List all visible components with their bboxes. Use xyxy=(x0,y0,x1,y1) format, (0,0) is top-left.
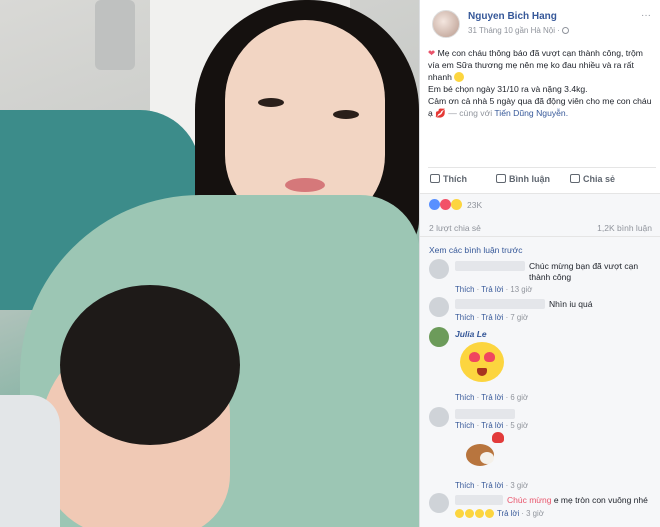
post-line-2: Em bé chọn ngày 31/10 ra và nặng 3.4kg. xyxy=(428,84,588,94)
redacted-name xyxy=(455,299,545,309)
comment-footer-row: Thích · Trả lời · 3 giờ xyxy=(429,481,657,493)
comment-text: Chúc mừng e mẹ tròn con vuông nhé xyxy=(507,495,648,506)
view-previous-comments[interactable]: Xem các bình luận trước xyxy=(429,245,522,255)
comment-like-link[interactable]: Thích xyxy=(455,313,475,322)
author-name[interactable]: Nguyen Bich Hang xyxy=(468,11,557,22)
comment-footer: Trả lời · 3 giờ xyxy=(455,509,544,518)
post-time[interactable]: 31 Tháng 10 gần Hà Nội · xyxy=(468,26,560,35)
eye-left xyxy=(258,98,284,107)
baby-hair xyxy=(60,285,240,445)
redacted-name xyxy=(455,409,515,419)
comment-count[interactable]: 1,2K bình luận xyxy=(597,223,652,233)
comment-time[interactable]: 7 giờ xyxy=(510,313,528,322)
post-meta: 31 Tháng 10 gần Hà Nội · xyxy=(468,26,569,35)
puppy-snout xyxy=(480,452,494,464)
with-text: — cùng với xyxy=(448,108,493,118)
comment-reply-link[interactable]: Trả lời xyxy=(481,421,503,430)
share-icon xyxy=(570,174,580,183)
comment-like-link[interactable]: Thích xyxy=(455,481,475,490)
commenter-name[interactable]: Julia Le xyxy=(455,329,487,339)
comment-body: e mẹ tròn con vuông nhé xyxy=(553,495,648,505)
post-text: ❤ Mẹ con cháu thông báo đã vượt cạn thàn… xyxy=(428,47,656,119)
emoji-icon xyxy=(465,509,474,518)
post-side-panel: Nguyen Bich Hang 31 Tháng 10 gần Hà Nội … xyxy=(419,0,660,527)
comment-reply-link[interactable]: Trả lời xyxy=(497,509,519,518)
puppy-heart-sticker-icon xyxy=(460,432,506,472)
comment-footer: Thích · Trả lời · 6 giờ xyxy=(455,393,529,402)
redacted-name xyxy=(455,261,525,271)
more-options-icon[interactable]: ··· xyxy=(641,10,651,21)
heart-eye-left xyxy=(469,352,480,362)
comment-like-link[interactable]: Thích xyxy=(455,393,475,402)
emoji-icon xyxy=(485,509,494,518)
heart-icon: ❤ xyxy=(428,48,436,58)
reactions-summary[interactable]: 23K xyxy=(420,193,660,215)
commenter-avatar[interactable] xyxy=(429,407,449,427)
comment-item: Nhìn iu quá Thích · Trả lời · 7 giờ xyxy=(429,297,657,325)
comment-footer: Thích · Trả lời · 5 giờ xyxy=(455,421,529,430)
comment-footer: Thích · Trả lời · 13 giờ xyxy=(455,285,533,294)
share-count[interactable]: 2 lượt chia sẻ xyxy=(429,223,481,233)
comment-time[interactable]: 13 giờ xyxy=(510,285,532,294)
comment-time[interactable]: 6 giờ xyxy=(510,393,528,402)
comment-like-link[interactable]: Thích xyxy=(455,421,475,430)
kiss-icon: 💋 xyxy=(435,108,446,118)
globe-icon xyxy=(561,27,569,34)
post-stats: 2 lượt chia sẻ 1,2K bình luận xyxy=(420,215,660,237)
comment-reply-link[interactable]: Trả lời xyxy=(481,313,503,322)
smile-emoji-icon xyxy=(454,72,465,82)
comment-text: Chúc mừng bạn đã vượt cạn thành công xyxy=(529,261,639,282)
comment-button[interactable]: Bình luận xyxy=(496,174,550,184)
redacted-name xyxy=(455,495,503,505)
comment-footer-row: Thích · Trả lời · 6 giờ xyxy=(429,393,657,405)
share-label: Chia sẻ xyxy=(583,174,616,184)
post-header: Nguyen Bich Hang 31 Tháng 10 gần Hà Nội … xyxy=(428,8,653,40)
comment-reply-link[interactable]: Trả lời xyxy=(481,393,503,402)
post-lightbox: Nguyen Bich Hang 31 Tháng 10 gần Hà Nội … xyxy=(0,0,660,527)
baby-blanket xyxy=(0,395,60,527)
comment-item: Chúc mừng bạn đã vượt cạn thành công Thí… xyxy=(429,259,657,299)
commenter-avatar[interactable] xyxy=(429,327,449,347)
like-label: Thích xyxy=(443,174,467,184)
comment-label: Bình luận xyxy=(509,174,550,184)
reaction-count: 23K xyxy=(467,200,483,210)
post-photo[interactable] xyxy=(0,0,419,527)
comment-footer: Thích · Trả lời · 3 giờ xyxy=(455,481,529,490)
like-button[interactable]: Thích xyxy=(430,174,467,184)
comments-section: Xem các bình luận trước Chúc mừng bạn đã… xyxy=(420,237,660,527)
mouth xyxy=(477,368,487,376)
comment-time[interactable]: 5 giờ xyxy=(510,421,528,430)
emoji-icon xyxy=(455,509,464,518)
love-reaction-icon xyxy=(440,199,451,210)
commenter-avatar[interactable] xyxy=(429,297,449,317)
wow-reaction-icon xyxy=(451,199,462,210)
comment-time[interactable]: 3 giờ xyxy=(510,481,528,490)
comment-highlight: Chúc mừng xyxy=(507,495,552,505)
comment-footer: Thích · Trả lời · 7 giờ xyxy=(455,313,529,322)
lips xyxy=(285,178,325,192)
like-reaction-icon xyxy=(429,199,440,210)
comment-time[interactable]: 3 giờ xyxy=(526,509,544,518)
comment-text: Nhìn iu quá xyxy=(549,299,593,309)
heart-eyes-emoji-icon xyxy=(460,342,504,382)
bed-rail xyxy=(95,0,135,70)
author-avatar[interactable] xyxy=(432,10,460,38)
tagged-user[interactable]: Tiến Dũng Nguyễn. xyxy=(494,108,568,118)
comment-item: Chúc mừng e mẹ tròn con vuông nhé Trả lờ… xyxy=(429,493,657,527)
commenter-avatar[interactable] xyxy=(429,259,449,279)
eye-right xyxy=(333,110,359,119)
action-bar: Thích Bình luận Chia sẻ xyxy=(428,167,656,189)
comment-reply-link[interactable]: Trả lời xyxy=(481,481,503,490)
share-button[interactable]: Chia sẻ xyxy=(570,174,615,184)
comment-icon xyxy=(496,174,506,183)
heart-eye-right xyxy=(484,352,495,362)
comment-reply-link[interactable]: Trả lời xyxy=(481,285,503,294)
commenter-avatar[interactable] xyxy=(429,493,449,513)
emoji-icon xyxy=(475,509,484,518)
heart-icon xyxy=(492,432,504,443)
thumbs-up-icon xyxy=(430,174,440,183)
comment-like-link[interactable]: Thích xyxy=(455,285,475,294)
